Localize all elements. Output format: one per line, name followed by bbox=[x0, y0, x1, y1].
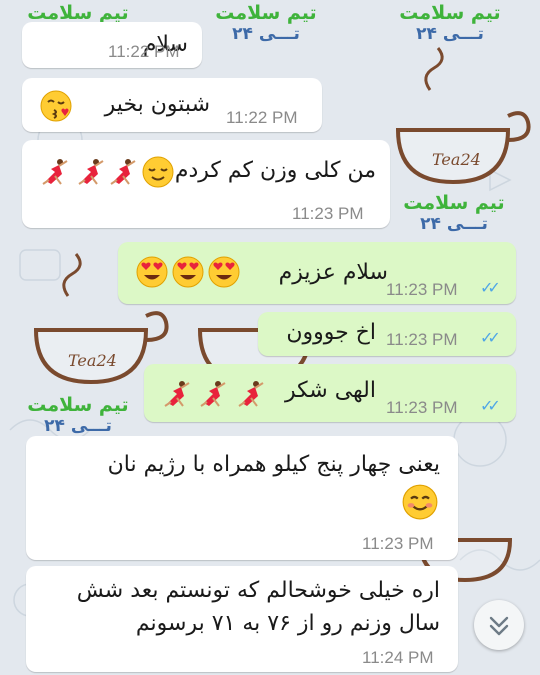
message-text: اخ جووون bbox=[286, 320, 376, 345]
message-bubble-incoming[interactable]: اره خیلی خوشحالم که تونستم بعد شش سال وز… bbox=[26, 566, 458, 672]
message-text: من کلی وزن کم کردم bbox=[174, 158, 376, 183]
watermark: تیم سلامتتـــی ۲۴ bbox=[27, 394, 129, 436]
face-blowing-kiss-icon bbox=[40, 90, 72, 122]
message-text: الهی شکر bbox=[284, 378, 376, 403]
message-time: 11:23 PM bbox=[362, 534, 434, 553]
message-bubble-outgoing[interactable]: سلام عزیزم 11:23 PM ✓✓ bbox=[118, 242, 516, 304]
read-receipt-icon: ✓✓ bbox=[480, 396, 501, 415]
message-bubble-incoming[interactable]: شبتون بخیر 11:22 PM bbox=[22, 78, 322, 132]
dancer-icon bbox=[236, 378, 268, 410]
heart-eyes-icon bbox=[172, 256, 204, 288]
relieved-face-icon bbox=[142, 156, 174, 188]
message-time: 11:24 PM bbox=[362, 648, 434, 667]
dancer-icon bbox=[76, 156, 108, 188]
message-text: شبتون بخیر bbox=[104, 92, 210, 117]
heart-eyes-icon bbox=[136, 256, 168, 288]
watermark: تیم سلامتتـــی ۲۴ bbox=[215, 2, 317, 44]
message-bubble-outgoing[interactable]: الهی شکر 11:23 PM ✓✓ bbox=[144, 364, 516, 422]
message-time: 11:23 PM bbox=[292, 204, 364, 223]
dancer-icon bbox=[162, 378, 194, 410]
message-bubble-outgoing[interactable]: اخ جووون 11:23 PM ✓✓ bbox=[258, 312, 516, 356]
message-time: 11:23 PM bbox=[386, 330, 458, 349]
message-time: 11:22 PM bbox=[226, 108, 298, 127]
dancer-icon bbox=[198, 378, 230, 410]
message-bubble-incoming[interactable]: یعنی چهار پنج کیلو همراه با رژیم نان 11:… bbox=[26, 436, 458, 560]
svg-text:Tea24: Tea24 bbox=[68, 351, 117, 370]
heart-eyes-icon bbox=[208, 256, 240, 288]
watermark: تیم سلامتتـــی ۲۴ bbox=[399, 2, 501, 44]
read-receipt-icon: ✓✓ bbox=[480, 278, 501, 297]
read-receipt-icon: ✓✓ bbox=[480, 328, 501, 347]
message-time: 11:22 PM bbox=[108, 42, 180, 61]
svg-text:Tea24: Tea24 bbox=[432, 150, 481, 169]
watermark: تیم سلامتتـــی ۲۴ bbox=[403, 192, 505, 234]
message-text: اره خیلی خوشحالم که تونستم بعد شش سال وز… bbox=[76, 578, 440, 636]
message-bubble-incoming[interactable]: من کلی وزن کم کردم 11:23 PM bbox=[22, 140, 390, 228]
dancer-icon bbox=[108, 156, 140, 188]
message-time: 11:23 PM bbox=[386, 280, 458, 299]
smiling-face-icon bbox=[402, 484, 438, 520]
message-text: سلام عزیزم bbox=[278, 260, 388, 285]
double-chevron-down-icon bbox=[489, 616, 509, 636]
message-time: 11:23 PM bbox=[386, 398, 458, 417]
message-bubble-incoming[interactable]: سلام 11:22 PM bbox=[22, 22, 202, 68]
scroll-to-bottom-button[interactable] bbox=[474, 600, 524, 650]
message-text: یعنی چهار پنج کیلو همراه با رژیم نان bbox=[107, 452, 440, 477]
dancer-icon bbox=[40, 156, 72, 188]
